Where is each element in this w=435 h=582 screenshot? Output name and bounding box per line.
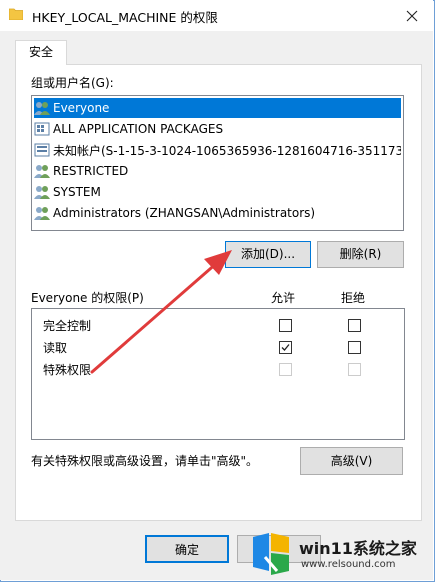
list-item[interactable]: 未知帐户(S-1-15-3-1024-1065365936-1281604716… bbox=[34, 140, 401, 160]
unknown-account-icon bbox=[34, 143, 50, 157]
group-name: Everyone bbox=[53, 101, 110, 115]
allow-column-header: 允许 bbox=[271, 291, 296, 305]
group-name: Administrators (ZHANGSAN\Administrators) bbox=[53, 206, 316, 220]
allow-checkbox bbox=[279, 363, 292, 376]
list-item[interactable]: RESTRICTED bbox=[34, 161, 401, 181]
permission-name: 读取 bbox=[43, 341, 68, 355]
list-item[interactable]: Everyone bbox=[34, 98, 401, 118]
group-name: 未知帐户(S-1-15-3-1024-1065365936-1281604716… bbox=[53, 143, 401, 158]
permissions-label: Everyone 的权限(P) bbox=[31, 291, 144, 305]
allow-checkbox[interactable] bbox=[279, 341, 292, 354]
deny-checkbox[interactable] bbox=[348, 341, 361, 354]
app-packages-icon bbox=[34, 122, 50, 136]
advanced-hint: 有关特殊权限或高级设置，请单击"高级"。 bbox=[31, 454, 259, 468]
deny-checkbox[interactable] bbox=[348, 319, 361, 332]
deny-checkbox bbox=[348, 363, 361, 376]
folder-icon bbox=[9, 8, 23, 20]
add-button[interactable]: 添加(D)... bbox=[225, 241, 311, 268]
group-name: ALL APPLICATION PACKAGES bbox=[53, 122, 224, 136]
list-item[interactable]: ALL APPLICATION PACKAGES bbox=[34, 119, 401, 139]
window-title: HKEY_LOCAL_MACHINE 的权限 bbox=[32, 10, 218, 25]
permission-row: 特殊权限 bbox=[32, 358, 404, 380]
deny-column-header: 拒绝 bbox=[341, 291, 366, 305]
users-icon bbox=[34, 186, 50, 199]
group-list-label: 组或用户名(G): bbox=[31, 76, 114, 90]
tab-security[interactable]: 安全 bbox=[15, 40, 67, 65]
checkmark-icon bbox=[281, 344, 290, 351]
watermark-brand: win11系统之家 bbox=[299, 539, 417, 558]
watermark-logo-icon bbox=[253, 533, 289, 575]
ok-button[interactable]: 确定 bbox=[145, 535, 229, 563]
close-icon bbox=[406, 10, 418, 22]
close-button[interactable] bbox=[396, 4, 428, 28]
remove-button[interactable]: 删除(R) bbox=[317, 241, 404, 268]
permission-name: 特殊权限 bbox=[43, 363, 92, 377]
permission-row: 完全控制 bbox=[32, 314, 404, 336]
permission-name: 完全控制 bbox=[43, 319, 92, 333]
users-icon bbox=[34, 102, 50, 115]
group-name: SYSTEM bbox=[53, 185, 101, 199]
advanced-button[interactable]: 高级(V) bbox=[300, 447, 403, 475]
group-user-list[interactable]: Everyone ALL APPLICATION PACKAGES 未知帐户(S… bbox=[31, 95, 404, 231]
users-icon bbox=[34, 165, 50, 178]
list-item[interactable]: Administrators (ZHANGSAN\Administrators) bbox=[34, 203, 401, 223]
watermark: win11系统之家 www.relsound.com bbox=[243, 531, 433, 580]
allow-checkbox[interactable] bbox=[279, 319, 292, 332]
permission-row: 读取 bbox=[32, 336, 404, 358]
users-icon bbox=[34, 207, 50, 220]
group-name: RESTRICTED bbox=[53, 164, 129, 178]
list-item[interactable]: SYSTEM bbox=[34, 182, 401, 202]
permission-list: 完全控制 读取 特殊权限 bbox=[31, 308, 405, 440]
watermark-url: www.relsound.com bbox=[301, 559, 396, 570]
